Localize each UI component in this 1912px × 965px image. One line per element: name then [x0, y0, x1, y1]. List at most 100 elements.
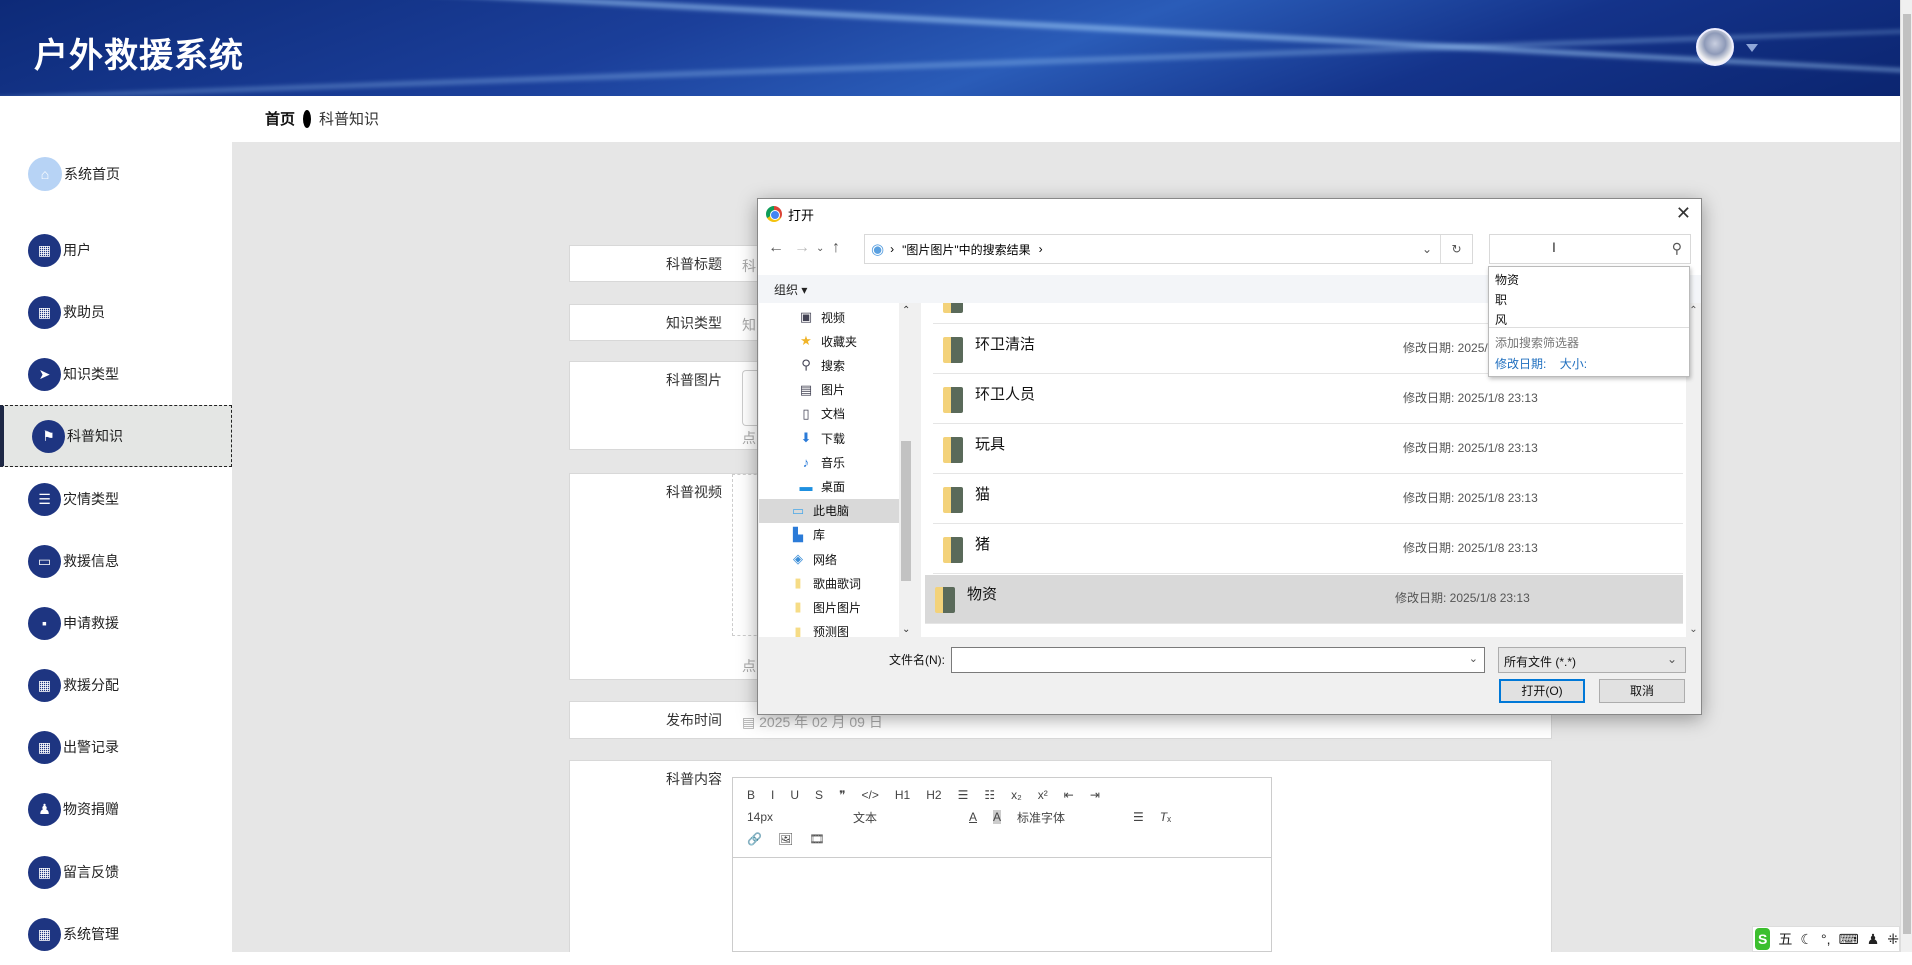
sidebar-item-5[interactable]: ☰ 灾情类型 [0, 468, 232, 530]
nav-pane-item[interactable]: ▬ 桌面 [797, 474, 913, 498]
link-icon[interactable]: 🔗 [747, 832, 762, 846]
file-item[interactable]: 猪 修改日期: 2025/1/8 23:13 [933, 525, 1683, 574]
picture-icon: ▤ [799, 381, 813, 397]
clear-format-icon[interactable]: Tₓ [1160, 810, 1171, 824]
sidebar-item-11[interactable]: ▦ 留言反馈 [0, 841, 232, 903]
sidebar-item-0[interactable]: ⌂ 系统首页 [0, 143, 232, 205]
sidebar-item-2[interactable]: ▦ 救助员 [0, 281, 232, 343]
filter-size-link[interactable]: 大小: [1560, 357, 1587, 371]
up-arrow-icon[interactable]: ↑ [832, 239, 840, 257]
user-avatar[interactable] [1696, 28, 1734, 66]
breadcrumb-home[interactable]: 首页 [265, 108, 295, 129]
forward-arrow-icon[interactable]: → [794, 239, 810, 257]
editor-tool-icon[interactable]: H2 [926, 788, 941, 802]
editor-tool-icon[interactable]: x² [1038, 788, 1048, 802]
editor-tool-icon[interactable]: ☰ [958, 788, 969, 802]
filter-date-link[interactable]: 修改日期: [1495, 357, 1546, 371]
editor-tool-icon[interactable]: I [771, 788, 774, 802]
editor-tool-icon[interactable]: ⇥ [1090, 788, 1100, 802]
sidebar-item-label: 救援分配 [63, 677, 119, 693]
nav-pane-item[interactable]: ★ 收藏夹 [797, 329, 913, 353]
suggestion-item[interactable]: 职 [1489, 287, 1689, 307]
filetype-select[interactable]: 所有文件 (*.*) ⌄ [1498, 647, 1686, 673]
editor-tool-icon[interactable]: x₂ [1011, 788, 1022, 802]
file-item[interactable]: 物资 修改日期: 2025/1/8 23:13 [925, 575, 1683, 624]
nav-pane-item[interactable]: ♪ 音乐 [797, 450, 913, 474]
chevron-down-icon[interactable]: ⌄ [1469, 652, 1478, 665]
suggestion-item[interactable]: 物资 [1489, 267, 1689, 287]
font-color-icon[interactable]: A [969, 810, 977, 824]
sidebar-item-10[interactable]: ♟ 物资捐赠 [0, 778, 232, 840]
back-arrow-icon[interactable]: ← [768, 239, 784, 257]
search-icon[interactable]: ⚲ [1672, 240, 1682, 257]
rich-text-editor[interactable]: B I U S ❞ </> H1 H2 ☰ ☷ x₂ x² ⇤ ⇥ 14px 文本 A A 标准字体 ☰ … [732, 777, 1272, 952]
cancel-button[interactable]: 取消 [1599, 679, 1685, 703]
filename-input[interactable]: ⌄ [951, 647, 1485, 673]
close-icon[interactable]: ✕ [1676, 203, 1691, 224]
moon-icon[interactable]: ☾ [1800, 931, 1813, 948]
sidebar-item-12[interactable]: ▦ 系统管理 [0, 903, 232, 965]
title-input[interactable]: 科 [742, 256, 756, 276]
sidebar-item-3[interactable]: ➤ 知识类型 [0, 343, 232, 405]
address-dropdown-icon[interactable]: ⌄ [1422, 242, 1432, 256]
sidebar-item-1[interactable]: ▦ 用户 [0, 219, 232, 281]
nav-pane-item[interactable]: ⬇ 下载 [797, 426, 913, 450]
keyboard-icon[interactable]: ⌨ [1838, 931, 1858, 948]
video-icon[interactable]: 🎞 [809, 832, 824, 846]
editor-tool-icon[interactable]: </> [862, 788, 879, 802]
open-button[interactable]: 打开(O) [1499, 679, 1585, 703]
nav-pane-item[interactable]: ▭ 此电脑 [759, 498, 899, 523]
chevron-down-icon[interactable] [1746, 44, 1758, 52]
apps-icon[interactable]: ⁜ [1887, 931, 1899, 948]
editor-tool-icon[interactable]: ❞ [839, 788, 845, 802]
editor-tool-icon[interactable]: ☷ [984, 788, 995, 802]
nav-pane-item[interactable]: ▤ 图片 [797, 378, 913, 402]
sidebar-item-6[interactable]: ▭ 救援信息 [0, 530, 232, 592]
nav-pane-item[interactable]: ▮ 图片图片 [789, 595, 913, 619]
nav-pane-item[interactable]: ◈ 网络 [789, 547, 913, 571]
recent-chevron-icon[interactable]: ⌄ [816, 243, 824, 254]
video-hint: 点 [742, 658, 756, 674]
image-icon[interactable]: 🖼 [778, 832, 793, 846]
file-item[interactable]: 玩具 修改日期: 2025/1/8 23:13 [933, 425, 1683, 474]
text-style-select[interactable]: 文本 [853, 809, 953, 826]
paper-plane-icon: ➤ [28, 357, 61, 391]
punctuation-icon[interactable]: °, [1821, 931, 1831, 947]
sidebar-item-9[interactable]: ▦ 出警记录 [0, 716, 232, 778]
nav-pane-item[interactable]: ▮ 预测图 [789, 620, 913, 637]
date-input[interactable]: ▤ 2025 年 02 月 09 日 [742, 712, 883, 732]
user-icon[interactable]: ♟ [1867, 931, 1880, 948]
page-scrollbar[interactable] [1900, 0, 1912, 952]
editor-body[interactable] [733, 858, 1271, 953]
nav-pane-item[interactable]: ▯ 文档 [797, 402, 913, 426]
ime-mode[interactable]: 五 [1778, 929, 1792, 949]
nav-pane-item[interactable]: ▣ 视频 [797, 305, 913, 329]
align-icon[interactable]: ☰ [1133, 810, 1144, 824]
sidebar-item-7[interactable]: ▪ 申请救援 [0, 592, 232, 654]
file-item[interactable]: 猫 修改日期: 2025/1/8 23:13 [933, 475, 1683, 524]
folder-icon: ▮ [794, 575, 802, 591]
sidebar-item-8[interactable]: ▦ 救援分配 [0, 654, 232, 716]
refresh-icon[interactable]: ↻ [1440, 235, 1472, 263]
address-bar[interactable]: ◉ › "图片图片"中的搜索结果 › ⌄ ↻ [864, 234, 1473, 264]
editor-tool-icon[interactable]: H1 [895, 788, 910, 802]
nav-pane-label: 下载 [821, 431, 846, 446]
search-input[interactable]: I ⚲ [1489, 234, 1691, 264]
navigation-scrollbar[interactable]: ⌃ ⌄ [899, 303, 913, 637]
sidebar-item-4[interactable]: ⚑ 科普知识 [0, 405, 232, 467]
background-color-icon[interactable]: A [993, 810, 1002, 824]
nav-pane-item[interactable]: ⚲ 搜索 [797, 353, 913, 377]
editor-tool-icon[interactable]: U [790, 788, 799, 802]
font-family-select[interactable]: 标准字体 [1017, 809, 1117, 826]
organize-button[interactable]: 组织 ▾ [774, 283, 807, 297]
sogou-logo-icon[interactable]: S [1755, 928, 1771, 950]
editor-tool-icon[interactable]: B [747, 788, 755, 802]
suggestion-item[interactable]: 风 [1489, 307, 1689, 327]
file-item[interactable]: 环卫人员 修改日期: 2025/1/8 23:13 [933, 375, 1683, 424]
nav-pane-item[interactable]: ▙ 库 [789, 523, 913, 547]
type-select[interactable]: 知 [742, 315, 756, 335]
font-size-select[interactable]: 14px [747, 810, 837, 824]
editor-tool-icon[interactable]: ⇤ [1064, 788, 1074, 802]
editor-tool-icon[interactable]: S [815, 788, 823, 802]
nav-pane-item[interactable]: ▮ 歌曲歌词 [789, 571, 913, 595]
